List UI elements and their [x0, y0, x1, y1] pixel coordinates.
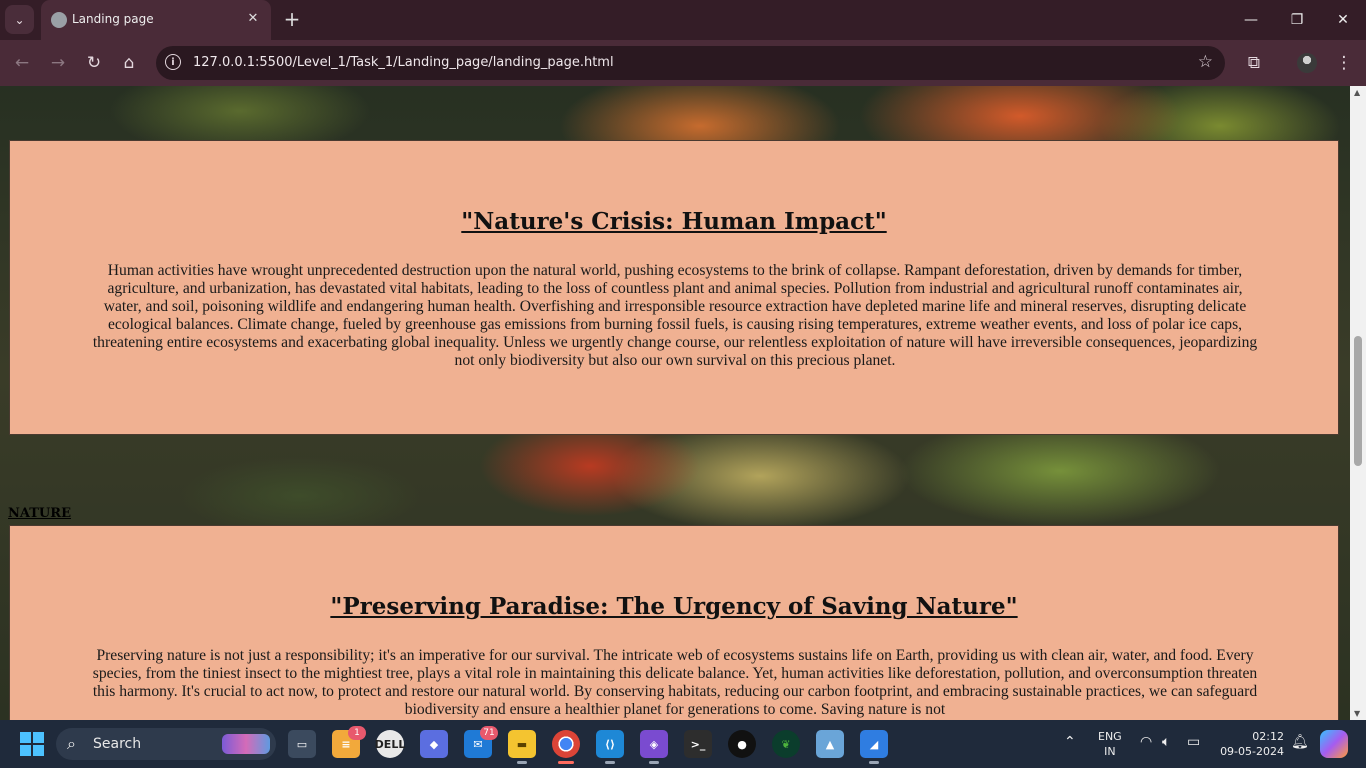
page-scrollbar[interactable]: ▲ ▼ [1350, 86, 1366, 720]
clock-date: 09-05-2024 [1220, 745, 1284, 758]
mail-badge: 71 [480, 726, 498, 740]
photos-icon[interactable]: ▲ [816, 730, 844, 758]
dell-icon[interactable]: DELL [375, 730, 405, 758]
scrollbar-thumb[interactable] [1354, 336, 1362, 466]
copilot-icon[interactable] [1320, 730, 1348, 758]
restore-button[interactable]: ❐ [1274, 0, 1320, 40]
terminal-icon[interactable]: >_ [684, 730, 712, 758]
forward-button[interactable]: → [44, 49, 72, 77]
azure-icon[interactable]: ◢ [860, 730, 888, 764]
taskbar-search[interactable]: ⌕ Search [56, 728, 276, 760]
search-label: Search [93, 736, 142, 752]
language-code: ENG [1098, 730, 1122, 743]
windows-taskbar: ⌕ Search ▭ ≡ 1 DELL ◆ ✉ 71 ▬ ⟨⟩ ◈ >_ ● ❦ ▲… [0, 720, 1366, 768]
globe-icon [51, 12, 67, 28]
battery-icon[interactable]: ▭ [1187, 734, 1200, 750]
page-viewport: "Nature's Crisis: Human Impact" Human ac… [0, 86, 1350, 720]
browser-title-bar: ⌄ Landing page ✕ + — ❐ ✕ [0, 0, 1366, 40]
site-info-icon[interactable]: i [165, 54, 181, 70]
tab-search-button[interactable]: ⌄ [5, 5, 34, 34]
crisis-heading: "Nature's Crisis: Human Impact" [461, 208, 887, 235]
back-button[interactable]: ← [8, 49, 36, 77]
mongodb-icon[interactable]: ❦ [772, 730, 800, 758]
region-code: IN [1104, 745, 1116, 758]
tab-title: Landing page [72, 12, 154, 26]
address-bar[interactable]: i 127.0.0.1:5500/Level_1/Task_1/Landing_… [156, 46, 1225, 80]
scroll-up-arrow-icon[interactable]: ▲ [1354, 88, 1360, 97]
preserving-heading: "Preserving Paradise: The Urgency of Sav… [330, 593, 1018, 620]
hidden-icons-chevron-icon[interactable]: ⌃ [1064, 734, 1076, 750]
new-tab-button[interactable]: + [281, 8, 303, 30]
search-icon: ⌕ [67, 734, 76, 753]
start-button[interactable] [20, 732, 44, 756]
vscode-icon[interactable]: ⟨⟩ [596, 730, 624, 764]
git-icon[interactable]: ◈ [640, 730, 668, 764]
preserving-section: "Preserving Paradise: The Urgency of Sav… [9, 525, 1339, 720]
system-clock[interactable]: 02:12 09-05-2024 [1220, 729, 1284, 759]
notification-badge: 1 [348, 726, 366, 740]
home-button[interactable]: ⌂ [115, 49, 143, 77]
close-window-button[interactable]: ✕ [1320, 0, 1366, 40]
file-explorer-icon[interactable]: ▬ [508, 730, 536, 764]
wifi-icon[interactable]: ◠ [1140, 734, 1152, 750]
copilot-app-icon[interactable]: ◆ [420, 730, 448, 758]
task-view-icon[interactable]: ▭ [288, 730, 316, 758]
bookmark-star-icon[interactable]: ☆ [1198, 52, 1213, 72]
crisis-paragraph: Human activities have wrought unpreceden… [92, 262, 1258, 369]
scroll-down-arrow-icon[interactable]: ▼ [1354, 709, 1360, 718]
mail-icon[interactable]: ✉ 71 [464, 726, 498, 758]
github-icon[interactable]: ● [728, 730, 756, 758]
minimize-button[interactable]: — [1228, 0, 1274, 40]
browser-menu-icon[interactable]: ⋮ [1330, 49, 1358, 77]
reload-button[interactable]: ↻ [80, 49, 108, 77]
preserving-paragraph: Preserving nature is not just a responsi… [92, 647, 1258, 718]
nature-link[interactable]: NATURE [8, 506, 71, 521]
extensions-icon[interactable]: ⧉ [1240, 49, 1268, 77]
notes-app-icon[interactable]: ≡ 1 [332, 726, 366, 758]
browser-tab[interactable]: Landing page ✕ [41, 0, 271, 40]
browser-toolbar: ← → ↻ ⌂ i 127.0.0.1:5500/Level_1/Task_1/… [0, 40, 1366, 86]
notification-bell-icon[interactable]: 🔔︎ [1291, 734, 1309, 750]
chrome-icon[interactable] [552, 730, 580, 764]
language-indicator[interactable]: ENG IN [1098, 729, 1122, 759]
clock-time: 02:12 [1252, 730, 1284, 743]
volume-icon[interactable]: 🔈︎ [1162, 734, 1170, 750]
url-text[interactable]: 127.0.0.1:5500/Level_1/Task_1/Landing_pa… [193, 55, 614, 70]
search-highlight-image [222, 734, 270, 754]
profile-avatar[interactable] [1293, 49, 1321, 77]
crisis-section: "Nature's Crisis: Human Impact" Human ac… [9, 140, 1339, 435]
tab-close-icon[interactable]: ✕ [243, 9, 263, 29]
